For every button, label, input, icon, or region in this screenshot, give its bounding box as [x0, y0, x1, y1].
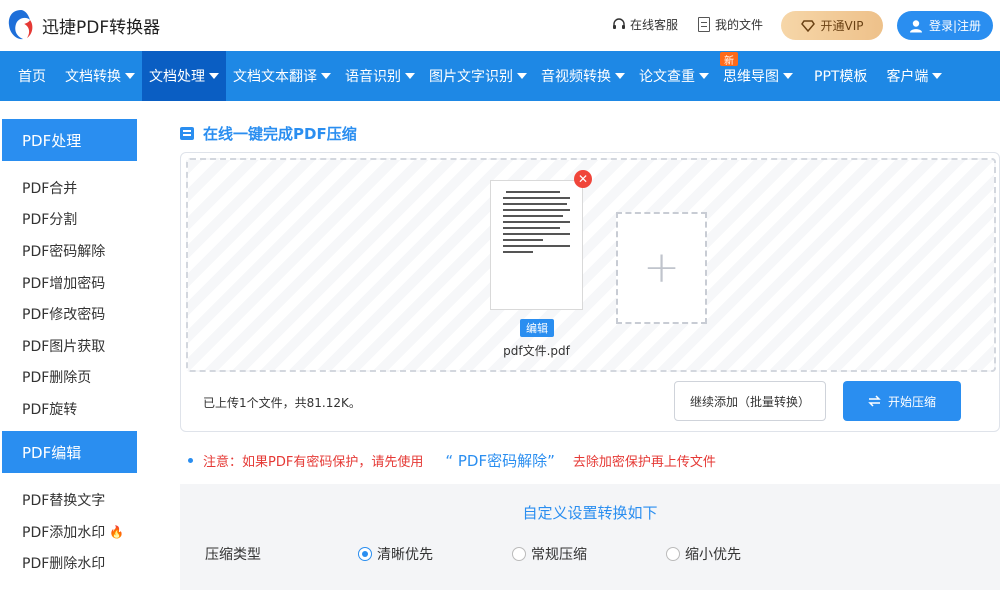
- caret-down-icon: [321, 73, 331, 79]
- user-icon: [909, 19, 922, 32]
- sidebar-section-pdf-process[interactable]: PDF处理: [2, 119, 137, 161]
- upload-card: ✕ 编辑 pdf文件.pdf + 已上传1个文件，共81.12K。 继续添加（批…: [180, 152, 1000, 432]
- caret-down-icon: [699, 73, 709, 79]
- open-vip-button[interactable]: 开通VIP: [781, 11, 883, 40]
- file-thumbnail[interactable]: [490, 180, 583, 310]
- login-register-button[interactable]: 登录|注册: [897, 11, 993, 40]
- radio-size-first[interactable]: 缩小优先: [666, 544, 741, 564]
- nav-item-translate[interactable]: 文档文本翻译: [226, 51, 338, 101]
- nav-label: 音视频转换: [541, 69, 611, 85]
- nav-item-client[interactable]: 客户端: [879, 51, 949, 101]
- list-icon: [180, 127, 194, 140]
- sidebar-item-pdf-change-password[interactable]: PDF修改密码: [22, 304, 105, 324]
- radio-clarity-first[interactable]: 清晰优先: [358, 544, 433, 564]
- sidebar-item-pdf-replace-text[interactable]: PDF替换文字: [22, 490, 105, 510]
- file-name: pdf文件.pdf: [503, 344, 570, 358]
- edit-file-button[interactable]: 编辑: [520, 319, 554, 337]
- sidebar-item-pdf-unlock[interactable]: PDF密码解除: [22, 241, 105, 261]
- upload-summary: 已上传1个文件，共81.12K。: [203, 396, 361, 410]
- nav-label: 图片文字识别: [429, 69, 513, 85]
- caret-down-icon: [783, 73, 793, 79]
- main-nav: 首页 文档转换 文档处理 文档文本翻译 语音识别 图片文字识别 音视频转换 论文…: [0, 51, 1000, 101]
- sidebar: PDF处理 PDF合并 PDF分割 PDF密码解除 PDF增加密码 PDF修改密…: [0, 101, 137, 590]
- caret-down-icon: [932, 73, 943, 79]
- radio-label: 常规压缩: [531, 547, 587, 563]
- nav-item-speech[interactable]: 语音识别: [338, 51, 422, 101]
- brand-name[interactable]: 迅捷PDF转换器: [42, 13, 160, 38]
- caret-down-icon: [517, 73, 527, 79]
- bullet-dot: [188, 458, 193, 463]
- continue-add-button[interactable]: 继续添加（批量转换）: [674, 381, 826, 421]
- caret-down-icon: [615, 73, 625, 79]
- page-title: 在线一键完成PDF压缩: [180, 123, 357, 144]
- sidebar-item-pdf-add-watermark[interactable]: PDF添加水印 🔥: [22, 522, 124, 542]
- start-compress-button[interactable]: 开始压缩: [843, 381, 961, 421]
- fire-icon: 🔥: [109, 525, 125, 539]
- headset-icon: [613, 17, 625, 29]
- nav-label: 论文查重: [639, 69, 695, 85]
- notice-suffix: 去除加密保护再上传文件: [572, 455, 716, 470]
- nav-label: 文档文本翻译: [233, 69, 317, 85]
- app-logo-icon[interactable]: [6, 8, 36, 42]
- radio-button[interactable]: [666, 547, 680, 561]
- swap-icon: [868, 395, 881, 407]
- diamond-icon: [800, 19, 815, 32]
- nav-item-home[interactable]: 首页: [0, 51, 58, 101]
- page-title-text: 在线一键完成PDF压缩: [203, 125, 357, 143]
- plus-icon: +: [643, 242, 680, 293]
- my-files-link[interactable]: 我的文件: [698, 16, 763, 33]
- nav-item-ppt[interactable]: PPT模板: [800, 51, 879, 101]
- sidebar-item-pdf-split[interactable]: PDF分割: [22, 209, 77, 229]
- vip-label: 开通VIP: [820, 19, 864, 33]
- close-icon: ✕: [577, 172, 589, 186]
- start-compress-label: 开始压缩: [887, 394, 936, 409]
- radio-normal-compress[interactable]: 常规压缩: [512, 544, 587, 564]
- nav-item-ocr[interactable]: 图片文字识别: [422, 51, 534, 101]
- upload-dropzone[interactable]: ✕ 编辑 pdf文件.pdf +: [186, 158, 996, 372]
- compress-type-label: 压缩类型: [205, 547, 261, 563]
- notice-prefix: 注意：如果PDF有密码保护，请先使用: [203, 455, 424, 470]
- radio-label: 缩小优先: [685, 547, 741, 563]
- nav-item-plagiarism[interactable]: 论文查重: [632, 51, 716, 101]
- top-header: 迅捷PDF转换器 在线客服 我的文件 开通VIP 登录|注册: [0, 0, 1000, 51]
- nav-label: 文档转换: [65, 69, 121, 85]
- nav-label: 首页: [18, 69, 46, 85]
- sidebar-item-pdf-remove-watermark[interactable]: PDF删除水印: [22, 553, 105, 573]
- nav-label: 文档处理: [149, 69, 205, 85]
- my-files-label: 我的文件: [715, 18, 764, 32]
- sidebar-section-pdf-edit[interactable]: PDF编辑: [2, 431, 137, 473]
- radio-button-checked[interactable]: [358, 547, 372, 561]
- remove-file-button[interactable]: ✕: [574, 170, 592, 188]
- online-service-link[interactable]: 在线客服: [612, 16, 678, 33]
- nav-label: 语音识别: [345, 69, 401, 85]
- new-badge: 新: [720, 52, 738, 67]
- add-file-tile[interactable]: +: [616, 212, 707, 324]
- sidebar-item-pdf-merge[interactable]: PDF合并: [22, 178, 77, 198]
- nav-label: 思维导图: [723, 69, 779, 85]
- nav-item-av-convert[interactable]: 音视频转换: [534, 51, 632, 101]
- nav-label: 客户端: [886, 69, 929, 85]
- caret-down-icon: [209, 73, 219, 79]
- document-icon: [698, 17, 710, 32]
- password-notice: 注意：如果PDF有密码保护，请先使用 “ PDF密码解除” 去除加密保护再上传文…: [188, 450, 716, 471]
- caret-down-icon: [405, 73, 415, 79]
- sidebar-item-pdf-add-password[interactable]: PDF增加密码: [22, 273, 105, 293]
- sidebar-item-label: PDF添加水印: [22, 525, 106, 541]
- caret-down-icon: [125, 73, 135, 79]
- sidebar-item-pdf-rotate[interactable]: PDF旋转: [22, 399, 77, 419]
- settings-panel: 自定义设置转换如下 压缩类型 清晰优先 常规压缩 缩小优先: [180, 484, 1000, 590]
- login-label: 登录|注册: [928, 19, 982, 33]
- settings-title: 自定义设置转换如下: [522, 504, 658, 522]
- sidebar-item-pdf-delete-page[interactable]: PDF删除页: [22, 367, 91, 387]
- nav-label: PPT模板: [814, 69, 868, 85]
- nav-item-doc-convert[interactable]: 文档转换: [58, 51, 142, 101]
- pdf-unlock-link[interactable]: “ PDF密码解除”: [445, 450, 555, 471]
- sidebar-item-pdf-extract-images[interactable]: PDF图片获取: [22, 336, 105, 356]
- nav-item-doc-process[interactable]: 文档处理: [142, 51, 226, 101]
- radio-button[interactable]: [512, 547, 526, 561]
- online-service-label: 在线客服: [630, 18, 679, 32]
- radio-label: 清晰优先: [377, 547, 433, 563]
